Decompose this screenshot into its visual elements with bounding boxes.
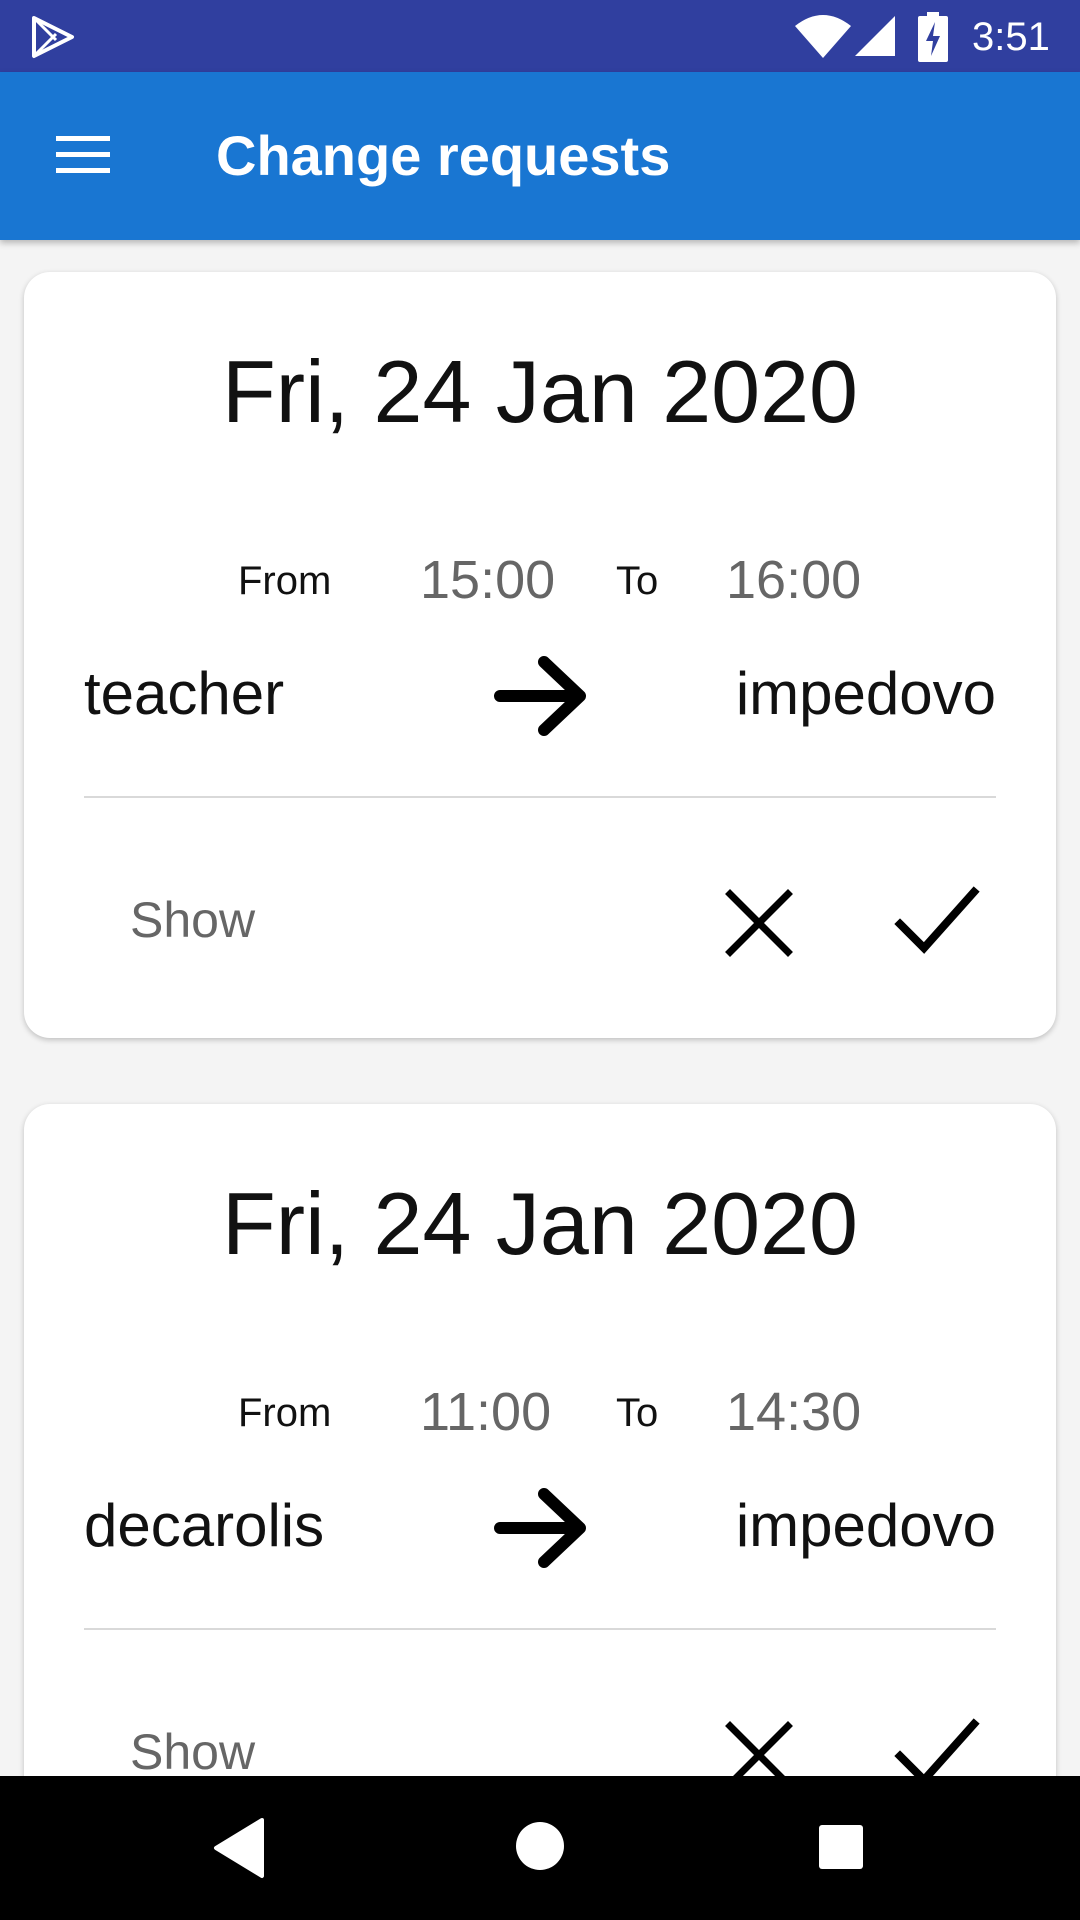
status-time: 3:51 [972, 15, 1050, 59]
recents-icon[interactable] [818, 1824, 864, 1870]
divider [84, 796, 996, 798]
reject-close-icon[interactable] [720, 1716, 798, 1776]
request-date: Fri, 24 Jan 2020 [222, 342, 858, 441]
navigation-bar [0, 1776, 1080, 1920]
to-time: 16:00 [726, 550, 862, 610]
divider [84, 1628, 996, 1630]
approve-check-icon[interactable] [894, 884, 980, 960]
to-time: 14:30 [726, 1382, 862, 1442]
from-label: From [238, 1391, 332, 1435]
from-time: 15:00 [420, 550, 556, 610]
target-name: impedovo [735, 660, 996, 727]
approve-check-icon[interactable] [894, 1716, 980, 1776]
battery-charging-icon [918, 12, 948, 62]
request-list[interactable]: Fri, 24 Jan 2020 From 15:00 To 16:00 tea… [0, 240, 1080, 1776]
wifi-icon [795, 15, 851, 58]
from-label: From [238, 559, 332, 603]
requester-name: teacher [84, 660, 285, 727]
home-icon[interactable] [514, 1820, 566, 1872]
app-bar: Change requests [0, 72, 1080, 240]
request-date: Fri, 24 Jan 2020 [222, 1174, 858, 1273]
target-name: impedovo [735, 1492, 996, 1559]
play-store-icon [32, 16, 74, 58]
from-time: 11:00 [420, 1382, 552, 1442]
arrow-right-icon [494, 656, 586, 736]
requester-name: decarolis [84, 1492, 325, 1559]
arrow-right-icon [494, 1488, 586, 1568]
page-title: Change requests [216, 124, 671, 187]
change-request-card: Fri, 24 Jan 2020 From 15:00 To 16:00 tea… [24, 272, 1056, 1038]
reject-close-icon[interactable] [720, 884, 798, 962]
show-button[interactable]: Show [130, 890, 255, 950]
back-icon[interactable] [210, 1816, 268, 1880]
status-bar: 3:51 [0, 0, 1080, 72]
show-button[interactable]: Show [130, 1722, 255, 1776]
hamburger-menu-icon[interactable] [54, 132, 112, 178]
to-label: To [616, 559, 659, 603]
to-label: To [616, 1391, 659, 1435]
signal-icon [855, 16, 895, 56]
change-request-card: Fri, 24 Jan 2020 From 11:00 To 14:30 dec… [24, 1104, 1056, 1776]
